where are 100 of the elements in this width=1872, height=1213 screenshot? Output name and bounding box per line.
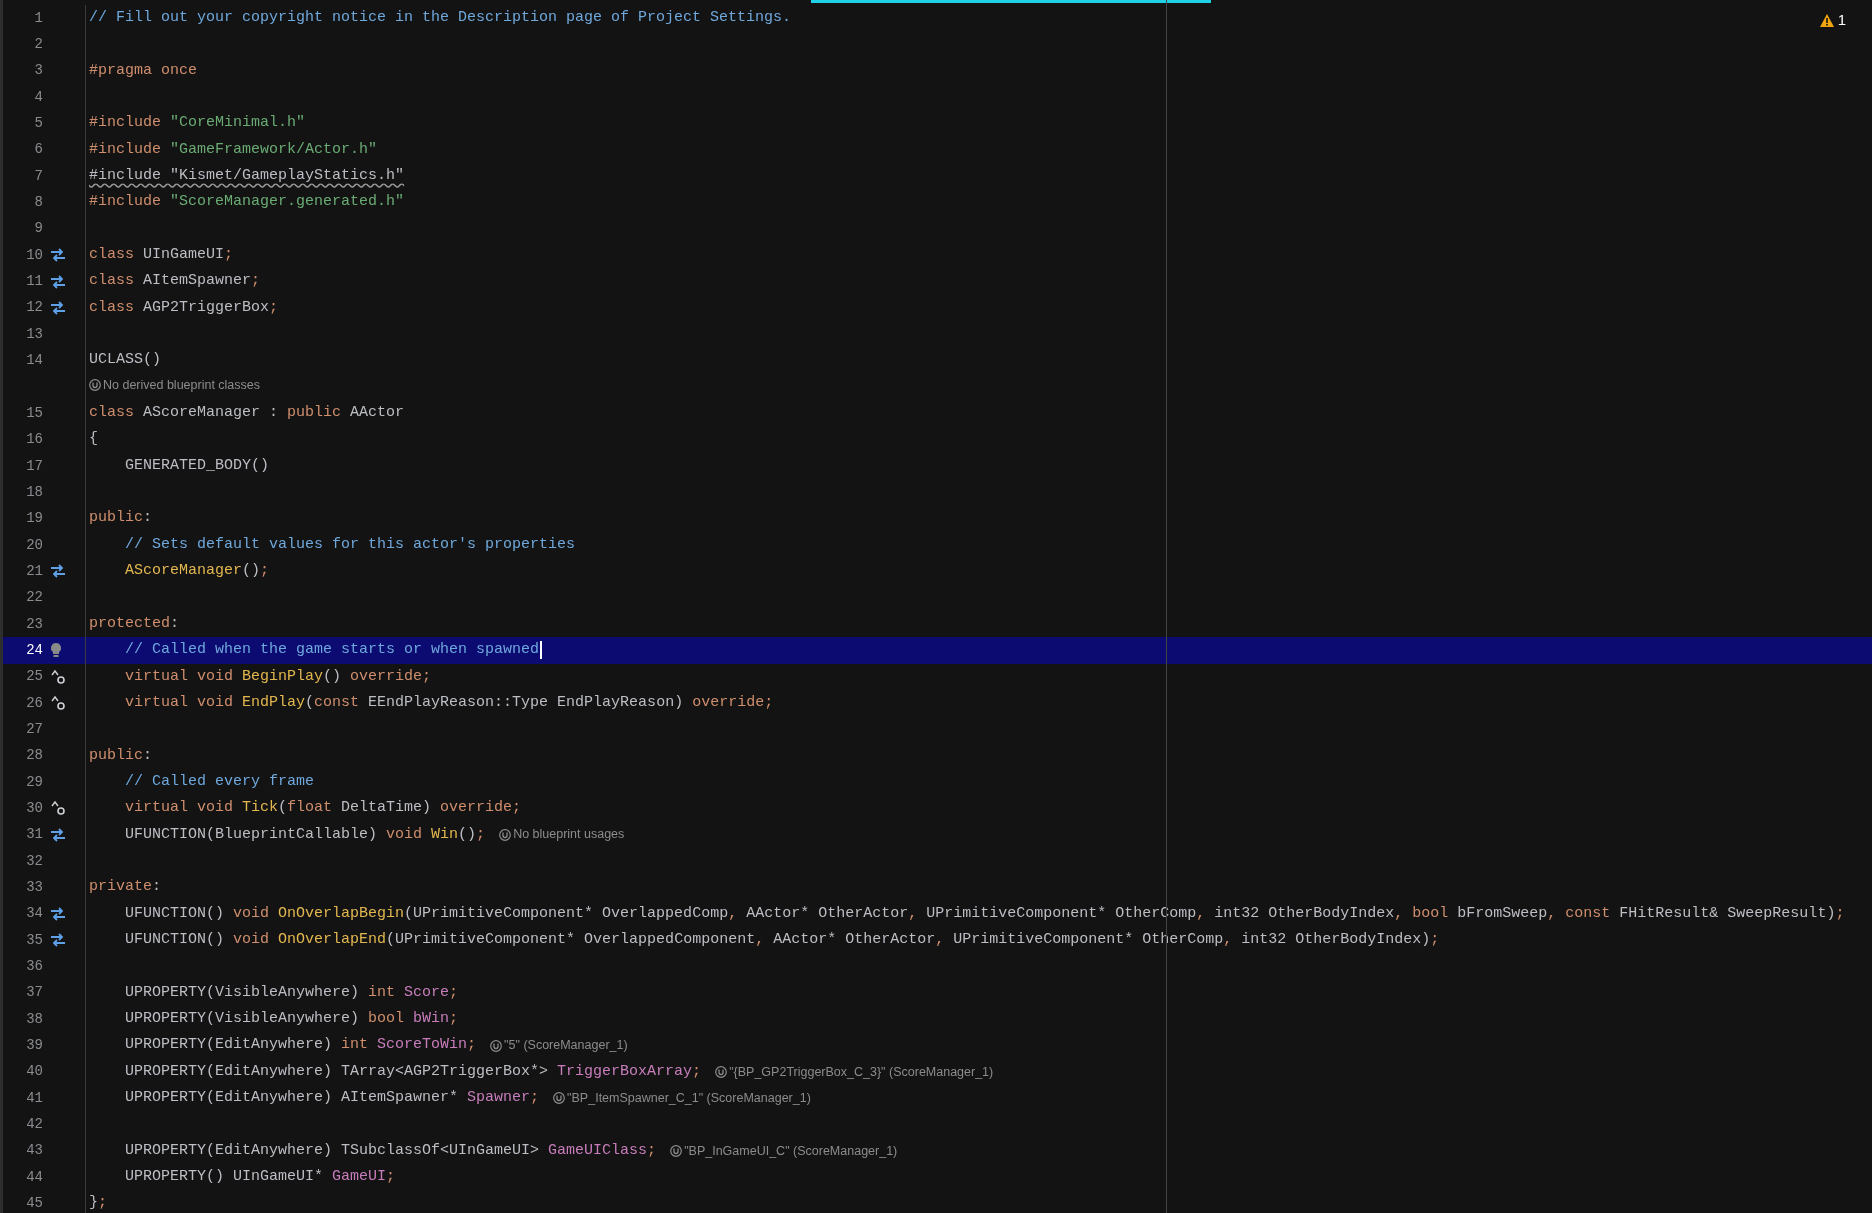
code-line: UPROPERTY(EditAnywhere) int ScoreToWin;: [124, 1035, 477, 1056]
code-line: class UInGameUI;: [89, 245, 234, 265]
code-line: UPROPERTY(EditAnywhere) TSubclassOf<UInGameUI> GameUIClass;: [124, 1140, 657, 1161]
code-line: public:: [89, 508, 153, 529]
warning-icon[interactable]: [1818, 12, 1835, 28]
code-comment: // Sets default values for this actor's properties: [124, 534, 576, 555]
line-number: 18: [25, 482, 43, 502]
override-icon[interactable]: [50, 668, 66, 685]
code-line: };: [89, 1193, 108, 1213]
swap-arrows-icon[interactable]: [50, 300, 66, 315]
code-line: UPROPERTY(VisibleAnywhere) bool bWin;: [124, 1009, 459, 1029]
code-line: UFUNCTION() void OnOverlapBegin(UPrimitiveComponent* OverlappedComp, AActor* OtherActor, UPrimitiveComponent* OtherComp, int32 OtherBodyIndex, bool bFromSweep, const FHitResult& SweepResult);: [124, 903, 1845, 924]
badge-icon: [553, 1092, 566, 1105]
code-line: #include "CoreMinimal.h": [89, 113, 306, 134]
line-number: 41: [25, 1088, 43, 1108]
inlay-hint[interactable]: "BP_ItemSpawner_C_1" (ScoreManager_1): [567, 1088, 811, 1108]
code-line: #include "GameFramework/Actor.h": [89, 139, 378, 160]
code-line: UPROPERTY(EditAnywhere) TArray<AGP2TriggerBox*> TriggerBoxArray;: [124, 1061, 702, 1082]
line-number: 14: [25, 351, 43, 371]
line-number: 30: [25, 799, 43, 818]
line-number: 23: [25, 614, 43, 634]
line-number: 33: [25, 878, 43, 897]
code-vision-hint[interactable]: No derived blueprint classes: [103, 375, 261, 395]
swap-arrows-icon[interactable]: [50, 274, 66, 289]
line-number: 12: [25, 298, 43, 318]
line-number: 37: [25, 983, 43, 1003]
line-number: 20: [25, 535, 43, 555]
line-number: 21: [25, 561, 43, 581]
code-line: #include "Kismet/GameplayStatics.h": [89, 166, 405, 186]
warning-count[interactable]: 1: [1837, 9, 1846, 32]
override-icon[interactable]: [50, 800, 66, 817]
code-line: class AGP2TriggerBox;: [89, 297, 279, 318]
line-number: 34: [25, 904, 43, 924]
swap-arrows-icon[interactable]: [50, 906, 66, 921]
inlay-hint[interactable]: "BP_InGameUI_C" (ScoreManager_1): [684, 1141, 898, 1161]
line-number: 31: [25, 825, 43, 845]
line-number: 17: [25, 456, 43, 476]
badge-icon: [499, 828, 512, 841]
line-number: 42: [25, 1115, 43, 1135]
code-line: UPROPERTY(VisibleAnywhere) int Score;: [124, 982, 459, 1003]
code-comment: // Called every frame: [124, 771, 315, 792]
line-number: 28: [25, 746, 43, 766]
code-line: AScoreManager();: [124, 561, 270, 582]
line-number: 22: [25, 588, 43, 608]
line-number: 13: [25, 324, 43, 344]
code-line: UPROPERTY(EditAnywhere) AItemSpawner* Spawner;: [124, 1088, 540, 1108]
line-number: 6: [33, 140, 43, 160]
line-number: 2: [33, 35, 43, 54]
line-number: 45: [25, 1194, 43, 1213]
swap-arrows-icon[interactable]: [50, 248, 66, 263]
code-line: UCLASS(): [89, 350, 161, 371]
swap-arrows-icon[interactable]: [50, 564, 66, 579]
line-number: 43: [25, 1141, 43, 1161]
lightbulb-icon[interactable]: [50, 642, 62, 659]
line-number: 44: [25, 1167, 43, 1187]
override-icon[interactable]: [50, 695, 66, 712]
line-number: 11: [25, 272, 43, 292]
line-number: 3: [33, 61, 43, 81]
code-comment: // Called when the game starts or when spawned: [124, 640, 540, 661]
badge-icon: [89, 379, 101, 391]
line-number: 1: [33, 8, 43, 28]
line-number: 29: [25, 772, 43, 792]
swap-arrows-icon[interactable]: [50, 933, 66, 948]
code-line: protected:: [89, 613, 180, 634]
code-comment: // Fill out your copyright notice in the Description page of Project Settings.: [89, 7, 792, 28]
inlay-hint[interactable]: "5" (ScoreManager_1): [504, 1036, 628, 1055]
swap-arrows-icon[interactable]: [50, 827, 66, 842]
line-number: 5: [33, 114, 43, 134]
line-number: 16: [25, 430, 43, 450]
line-number: 24: [25, 640, 43, 660]
code-line: virtual void EndPlay(const EEndPlayReason::Type EndPlayReason) override;: [124, 692, 774, 713]
line-number: 19: [25, 509, 43, 529]
line-number: 36: [25, 957, 43, 977]
inlay-hint[interactable]: No blueprint usages: [513, 825, 625, 845]
code-line: UPROPERTY() UInGameUI* GameUI;: [124, 1167, 396, 1188]
line-number: 8: [33, 193, 43, 213]
code-line: GENERATED_BODY(): [124, 455, 270, 476]
code-line: private:: [89, 877, 162, 898]
line-number: 4: [33, 87, 43, 107]
line-number: 39: [25, 1036, 43, 1056]
badge-icon: [490, 1039, 503, 1052]
line-number: 9: [33, 219, 43, 239]
inlay-hint[interactable]: "{BP_GP2TriggerBox_C_3}" (ScoreManager_1): [729, 1062, 994, 1082]
line-number: 15: [25, 403, 43, 423]
code-line: class AItemSpawner;: [89, 271, 261, 292]
code-line: class AScoreManager : public AActor: [89, 403, 405, 424]
code-line: virtual void BeginPlay() override;: [124, 666, 432, 687]
code-line: UFUNCTION() void OnOverlapEnd(UPrimitiveComponent* OverlappedComponent, AActor* OtherActor, UPrimitiveComponent* OtherComp, int32 OtherBodyIndex);: [124, 929, 1440, 950]
line-number: 35: [25, 930, 43, 950]
code-line: {: [89, 429, 98, 450]
code-line: UFUNCTION(BlueprintCallable) void Win();: [124, 824, 486, 845]
line-number: 40: [25, 1062, 43, 1082]
code-line: #pragma once: [89, 60, 198, 81]
code-line: #include "ScoreManager.generated.h": [89, 192, 405, 213]
line-number: 7: [33, 166, 43, 186]
line-number: 10: [25, 245, 43, 265]
line-number: 32: [25, 851, 43, 871]
code-line: virtual void Tick(float DeltaTime) override;: [124, 798, 522, 819]
line-number: 27: [25, 719, 43, 739]
text-cursor: [540, 641, 543, 660]
